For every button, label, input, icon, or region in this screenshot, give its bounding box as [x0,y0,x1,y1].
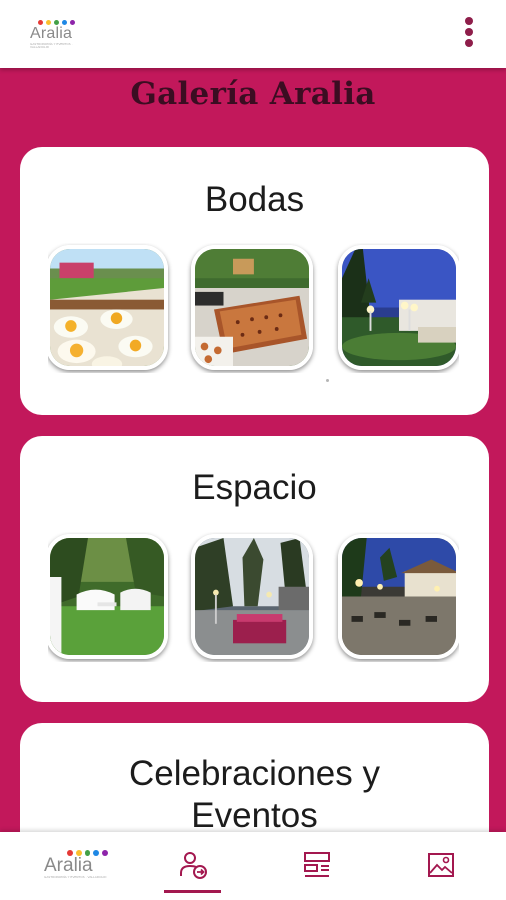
nav-item-home[interactable]: Aralia GASTRONOMÍA Y EVENTOS · VALLADOLI… [6,832,132,900]
section-card-celebraciones[interactable]: Celebraciones y Eventos [20,723,489,832]
image-carousel[interactable] [48,243,459,373]
gallery-page[interactable]: Galería Aralia Bodas Espacio Celebracion… [0,68,506,832]
gallery-thumbnail[interactable] [48,534,168,659]
section-card-espacio[interactable]: Espacio [20,436,489,702]
gallery-thumbnail[interactable] [48,245,168,370]
logo-text: Aralia [30,25,73,42]
logo-tagline: GASTRONOMÍA Y EVENTOS · VALLADOLID [30,42,73,49]
gallery-thumbnail[interactable] [191,534,313,659]
gallery-thumbnail[interactable] [338,245,459,370]
image-carousel[interactable] [48,532,459,662]
section-title: Celebraciones y Eventos [129,754,380,832]
app-bar: Aralia GASTRONOMÍA Y EVENTOS · VALLADOLI… [0,0,506,68]
gallery-thumbnail[interactable] [338,534,459,659]
active-tab-indicator [164,890,221,893]
gallery-thumbnail[interactable] [191,245,313,370]
section-title: Espacio [192,468,317,507]
scroll-indicator [326,379,329,382]
aralia-logo: Aralia GASTRONOMÍA Y EVENTOS · VALLADOLI… [44,850,108,884]
aralia-logo[interactable]: Aralia GASTRONOMÍA Y EVENTOS · VALLADOLI… [30,20,86,50]
image-icon [426,850,456,884]
nav-item-gallery[interactable] [378,832,504,900]
layout-list-icon [302,850,332,884]
section-card-bodas[interactable]: Bodas [20,147,489,415]
section-title: Bodas [204,180,305,219]
person-arrow-icon [178,850,208,884]
page-title: Galería Aralia [130,76,376,112]
more-vert-icon[interactable] [462,14,476,54]
nav-item-services[interactable] [254,832,380,900]
bottom-navigation: Aralia GASTRONOMÍA Y EVENTOS · VALLADOLI… [0,832,506,900]
